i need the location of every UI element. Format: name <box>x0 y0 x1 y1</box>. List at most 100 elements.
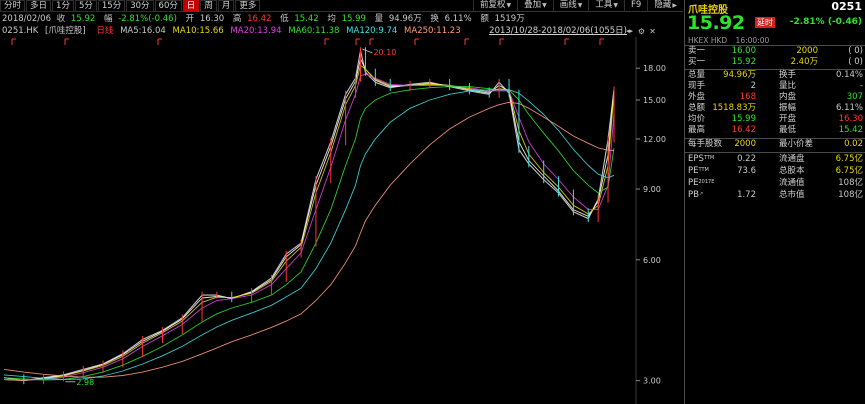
event-flag-icon <box>369 38 374 45</box>
tab-1min[interactable]: 1分 <box>52 0 74 12</box>
market-info: HKEX HKD 16:00:00 <box>688 36 864 45</box>
lot-row: 每手股数 2000 最小价差 0.02 <box>688 139 863 149</box>
tab-30min[interactable]: 30分 <box>126 0 154 12</box>
quote-change: -2.81%(-0.46) <box>118 14 177 24</box>
gear-icon[interactable]: ⚙ <box>638 26 645 37</box>
legend-ma5: MA5:16.04 <box>120 26 166 36</box>
quote-high: 16.42 <box>247 14 272 24</box>
period-toolbar: 分时 多日 1分 5分 15分 30分 60分 日 周 月 更多 前复权▼ 叠加… <box>0 0 683 12</box>
stat-row: 总额 1518.83万 振幅 6.11% <box>688 103 863 113</box>
tab-15min[interactable]: 15分 <box>97 0 126 12</box>
series-price <box>3 50 615 382</box>
overlay-button[interactable]: 叠加▼ <box>517 0 553 12</box>
hide-button[interactable]: 隐藏▶ <box>647 0 683 12</box>
stat-row: 总量 94.96万 换手 0.14% <box>688 70 863 80</box>
tab-intraday[interactable]: 分时 <box>0 0 26 12</box>
fundamental-row: PE2017E 流通值 108亿 <box>688 178 863 188</box>
y-tick-label: 9.00 <box>643 185 661 194</box>
event-flag-icon <box>11 38 16 45</box>
date-range-label[interactable]: 2013/10/28-2018/02/06(1055日) <box>489 26 627 37</box>
range-arrows-icon[interactable]: ◂▸ <box>626 26 633 37</box>
series-ma10 <box>3 64 615 382</box>
quote-amount: 1519万 <box>494 14 525 24</box>
series-ma60 <box>3 86 615 381</box>
period-tabs: 分时 多日 1分 5分 15分 30分 60分 日 周 月 更多 <box>0 0 261 12</box>
quote-date: 2018/02/06 <box>2 14 51 24</box>
legend-ma10: MA10:15.66 <box>172 26 224 36</box>
annotation-label: 20.10 <box>373 48 396 57</box>
tab-monthly[interactable]: 月 <box>217 0 235 12</box>
tools-button[interactable]: 工具▼ <box>588 0 624 12</box>
event-flag-icon <box>464 38 469 45</box>
chevron-down-icon: ▼ <box>613 2 619 9</box>
event-flag-icon <box>355 38 360 45</box>
series-ma120 <box>3 89 615 380</box>
chevron-down-icon: ▼ <box>506 2 512 9</box>
chart-symbol: 0251.HK [爪哇控股] <box>2 26 86 36</box>
ask-count: ( 0) <box>848 46 863 56</box>
y-tick-label: 6.00 <box>643 256 661 265</box>
legend-ma20: MA20:13.94 <box>230 26 282 36</box>
chevron-down-icon: ▼ <box>577 2 583 9</box>
tab-multi-day[interactable]: 多日 <box>26 0 52 12</box>
y-tick-label: 18.00 <box>643 64 666 73</box>
stat-row: 最高 16.42 最低 15.42 <box>688 125 863 135</box>
event-flag-icon <box>599 38 604 45</box>
tab-weekly[interactable]: 周 <box>200 0 217 12</box>
f9-button[interactable]: F9 <box>624 0 647 12</box>
legend-ma250: MA250:11.23 <box>404 26 461 36</box>
y-tick-label: 12.00 <box>643 135 666 144</box>
quote-open: 16.30 <box>199 14 225 24</box>
series-ma20 <box>3 73 615 381</box>
kline-chart-svg[interactable]: 18.00 15.00 12.00 9.00 6.00 3.00 20.10 2.98 <box>0 37 683 404</box>
legend-ma60: MA60:11.38 <box>288 26 340 36</box>
kline-chart[interactable]: 18.00 15.00 12.00 9.00 6.00 3.00 20.10 2.98 <box>0 37 683 404</box>
annotation-label: 2.98 <box>76 378 94 387</box>
event-flag-icon <box>499 38 504 45</box>
ma-legend-bar: 0251.HK [爪哇控股] 日线 MA5:16.04 MA10:15.66 M… <box>0 26 683 37</box>
quote-volume: 94.96万 <box>388 14 422 24</box>
quote-close: 15.92 <box>70 14 96 24</box>
chart-adjust-label[interactable]: 日线 <box>96 26 113 36</box>
event-flag-icon <box>324 38 329 45</box>
fundamental-row: PETTM 73.6 总股本 6.75亿 <box>688 166 863 176</box>
stat-row: 外盘 168 内盘 307 <box>688 92 863 102</box>
quote-turnover: 6.11% <box>444 14 472 24</box>
ask-qty: 2000 <box>796 46 818 56</box>
tab-60min[interactable]: 60分 <box>154 0 182 12</box>
quote-panel: 爪哇控股 0251 15.92 延时 -2.81% (-0.46) HKEX H… <box>684 0 865 404</box>
event-flag-icon <box>64 38 69 45</box>
last-price: 15.92 <box>687 12 745 34</box>
legend-ma120: MA120:9.74 <box>346 26 398 36</box>
quote-avg: 15.99 <box>341 14 366 24</box>
stat-row: 均价 15.99 开盘 16.30 <box>688 114 863 124</box>
price-change: -2.81% (-0.46) <box>789 17 862 27</box>
chart-tools: 前复权▼ 叠加▼ 画线▼ 工具▼ F9 隐藏▶ <box>472 0 683 12</box>
forward-adjust-button[interactable]: 前复权▼ <box>472 0 517 12</box>
delay-badge: 延时 <box>755 17 775 28</box>
quote-low: 15.42 <box>294 14 319 24</box>
fundamental-row: PB↗ 1.72 总市值 108亿 <box>688 190 863 200</box>
ask-price: 16.00 <box>731 46 756 56</box>
bid-price: 15.92 <box>731 57 756 67</box>
chevron-right-icon: ▶ <box>672 2 677 9</box>
series-ma250 <box>3 101 615 378</box>
y-tick-label: 3.00 <box>643 377 661 386</box>
tab-5min[interactable]: 5分 <box>74 0 97 12</box>
stat-row: 现手 2 量比 - <box>688 81 863 91</box>
fundamental-row: EPSTTM 0.22 流通盘 6.75亿 <box>688 154 863 164</box>
bid-row[interactable]: 买一 15.92 2.40万 ( 0) <box>685 57 865 68</box>
event-flag-icon <box>414 38 419 45</box>
quote-bar: 2018/02/06 收 15.92 幅 -2.81%(-0.46) 开 16.… <box>2 14 525 24</box>
tab-more[interactable]: 更多 <box>235 0 261 12</box>
bid-count: ( 0) <box>848 57 863 67</box>
market-name: HKEX HKD <box>688 36 728 45</box>
tab-daily[interactable]: 日 <box>182 0 200 12</box>
event-flag-icon <box>157 38 162 45</box>
ask-row[interactable]: 卖一 16.00 2000 ( 0) <box>685 46 865 57</box>
chevron-down-icon: ▼ <box>542 2 547 9</box>
draw-line-button[interactable]: 画线▼ <box>552 0 589 12</box>
close-icon[interactable]: ✕ <box>649 26 656 37</box>
event-flag-icon <box>564 38 569 45</box>
annotation-pointer <box>362 48 373 54</box>
